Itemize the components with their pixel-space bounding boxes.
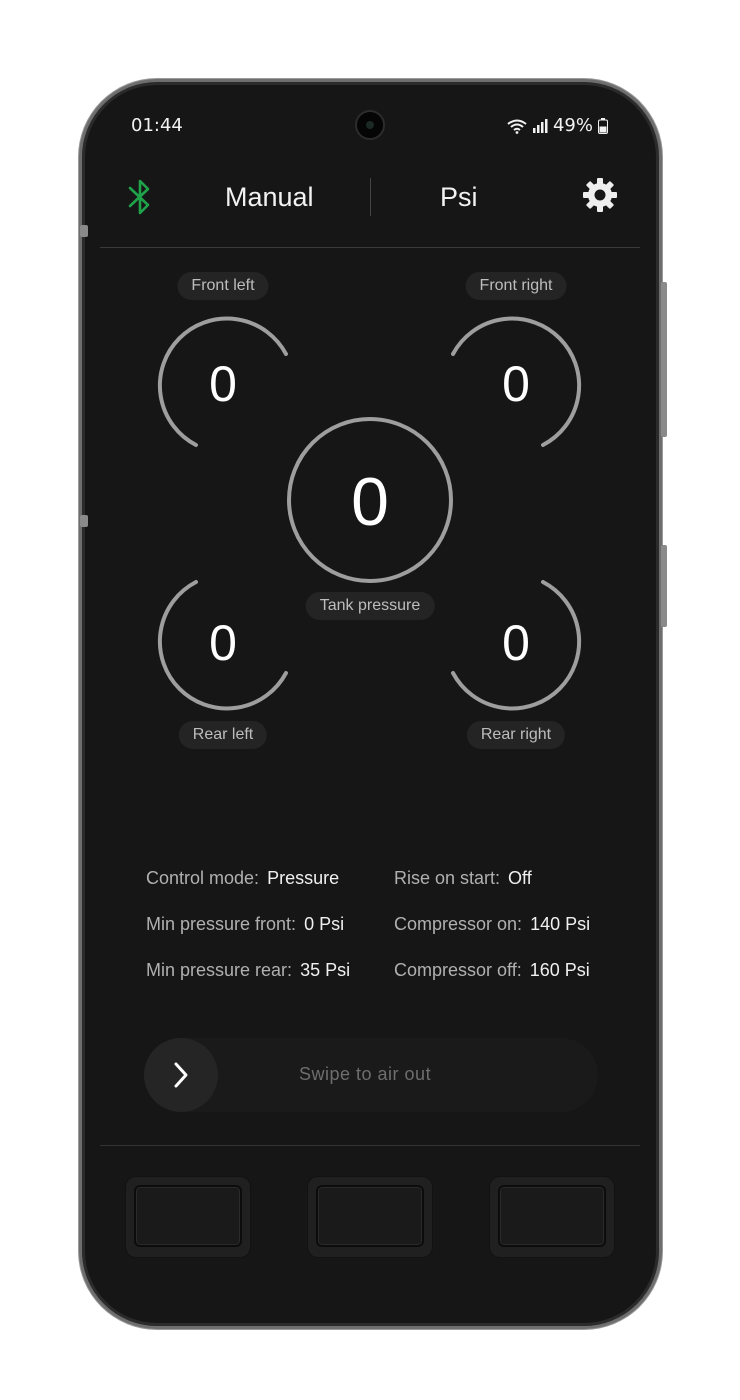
top-bar: Manual Psi: [100, 162, 640, 248]
tank-pressure-value: 0: [351, 464, 389, 540]
gear-icon[interactable]: [582, 177, 618, 213]
setting-label: Control mode:: [146, 868, 260, 888]
battery-percent: 49%: [552, 115, 593, 136]
battery-icon: [598, 117, 608, 134]
preset-bar: [100, 1145, 640, 1300]
front-right-value[interactable]: 0: [502, 355, 530, 413]
preset-button-3[interactable]: [490, 1177, 614, 1257]
setting-label: Min pressure front:: [146, 914, 297, 934]
signal-icon: [532, 118, 548, 133]
swipe-handle[interactable]: [144, 1038, 218, 1112]
rear-left-label: Rear left: [178, 721, 268, 749]
tank-pressure-label: Tank pressure: [305, 592, 435, 620]
setting-min-pressure-rear: Min pressure rear: 35 Psi: [146, 960, 350, 981]
preset-button-1[interactable]: [126, 1177, 250, 1257]
setting-label: Min pressure rear:: [146, 960, 293, 980]
setting-value: 35 Psi: [300, 960, 351, 980]
front-right-label: Front right: [465, 272, 567, 300]
setting-min-pressure-front: Min pressure front: 0 Psi: [146, 914, 344, 935]
volume-button: [661, 282, 667, 437]
setting-value: Pressure: [267, 868, 340, 888]
status-icons: 49%: [507, 115, 608, 136]
setting-compressor-on: Compressor on: 140 Psi: [394, 914, 590, 935]
setting-compressor-off: Compressor off: 160 Psi: [394, 960, 590, 981]
front-left-label: Front left: [177, 272, 269, 300]
power-button: [661, 545, 667, 627]
rear-right-label: Rear right: [466, 721, 566, 749]
app-screen: 01:44 49% Manual Psi Front left 0 Front …: [100, 100, 640, 1300]
front-left-value[interactable]: 0: [209, 355, 237, 413]
frame-marker-top: [80, 225, 88, 237]
preset-button-face: [134, 1185, 242, 1247]
header-divider: [370, 178, 371, 216]
rear-left-value[interactable]: 0: [209, 614, 237, 672]
setting-rise-on-start: Rise on start: Off: [394, 868, 532, 889]
setting-value: 160 Psi: [529, 960, 590, 980]
setting-label: Rise on start:: [394, 868, 501, 888]
swipe-to-air-out-slider[interactable]: Swipe to air out: [144, 1038, 598, 1112]
status-bar: 01:44 49%: [100, 100, 640, 150]
bluetooth-icon[interactable]: [126, 176, 154, 218]
mode-label[interactable]: Manual: [225, 182, 314, 213]
setting-label: Compressor on:: [394, 914, 523, 934]
setting-value: 140 Psi: [530, 914, 591, 934]
rear-right-value[interactable]: 0: [502, 614, 530, 672]
setting-label: Compressor off:: [394, 960, 522, 980]
status-time: 01:44: [131, 115, 183, 136]
front-camera: [355, 110, 385, 140]
frame-marker-bottom: [80, 515, 88, 527]
unit-label[interactable]: Psi: [440, 182, 478, 213]
setting-value: 0 Psi: [304, 914, 345, 934]
preset-button-face: [498, 1185, 606, 1247]
chevron-right-icon: [174, 1062, 188, 1088]
preset-button-face: [316, 1185, 424, 1247]
setting-value: Off: [508, 868, 532, 888]
wifi-icon: [507, 119, 527, 134]
setting-control-mode: Control mode: Pressure: [146, 868, 339, 889]
preset-button-2[interactable]: [308, 1177, 432, 1257]
swipe-label: Swipe to air out: [299, 1064, 432, 1084]
